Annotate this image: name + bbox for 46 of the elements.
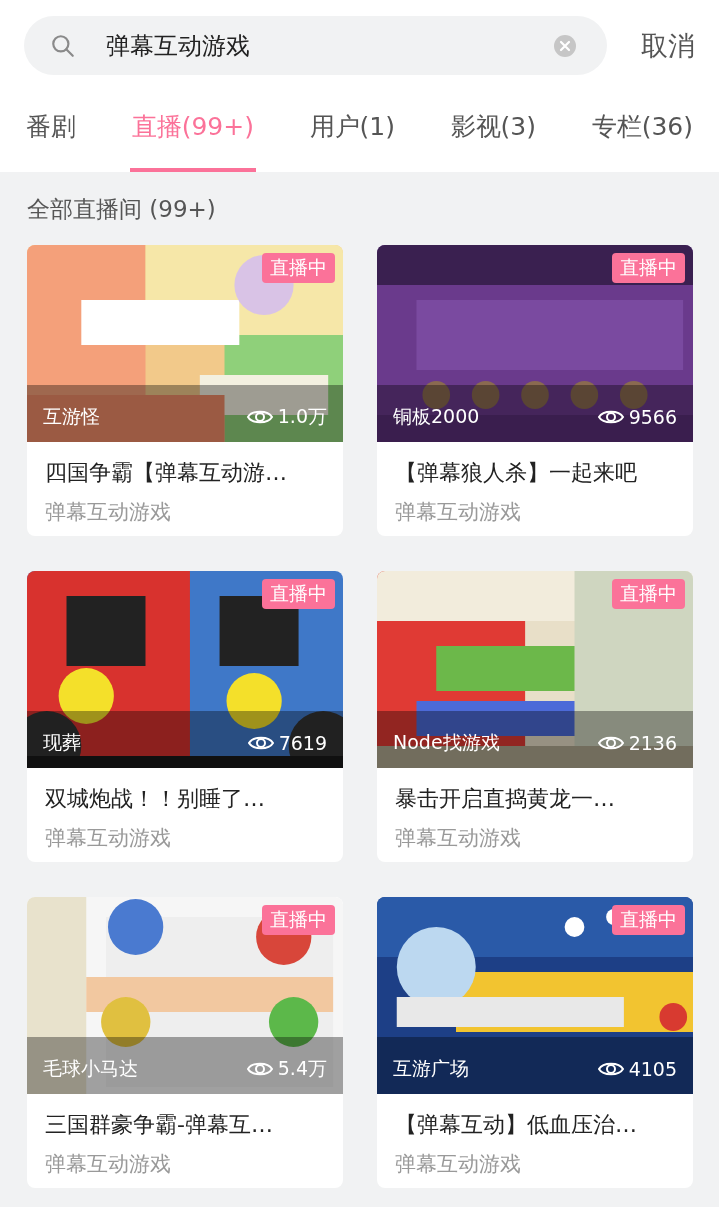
view-count: 2136 [628,732,677,754]
tab[interactable]: 番剧 [24,75,78,172]
tab[interactable]: 专栏(36) [589,75,695,172]
room-title: 三国群豪争霸-弹幕互… [44,1111,274,1139]
streamer-name: 互游怪 [43,404,100,429]
streamer-name: 现葬 [43,730,81,755]
live-room-card[interactable]: 直播中 互游怪 1.0万 四国争霸【弹幕互动游… 弹幕互动游戏 [27,245,343,536]
streamer-name: 毛球小马达 [43,1056,138,1081]
room-title: 四国争霸【弹幕互动游… [44,459,288,487]
live-room-card[interactable]: 直播中 铜板2000 9566 【弹幕狼人杀】一起来吧 弹幕互动游戏 [377,245,693,536]
live-badge: 直播中 [612,253,685,283]
room-title: 双城炮战！！别睡了… [44,785,266,813]
live-badge: 直播中 [262,253,335,283]
live-room-card[interactable]: 直播中 毛球小马达 5.4万 三国群豪争霸-弹幕互… 弹幕互动游戏 [27,897,343,1188]
cancel-button[interactable]: 取消 [641,27,695,64]
category-label: 弹幕互动游戏 [394,825,522,852]
live-room-card[interactable]: 直播中 Node找游戏 2136 暴击开启直捣黄龙一… 弹幕互动游戏 [377,571,693,862]
room-title: 【弹幕狼人杀】一起来吧 [394,459,638,487]
search-field[interactable]: 弹幕互动游戏 [24,16,607,75]
streamer-name: Node找游戏 [393,730,500,755]
category-label: 弹幕互动游戏 [44,825,172,852]
category-label: 弹幕互动游戏 [44,1151,172,1178]
view-count: 5.4万 [277,1056,327,1081]
search-query: 弹幕互动游戏 [106,30,251,62]
live-room-card[interactable]: 直播中 现葬 7619 双城炮战！！别睡了… 弹幕互动游戏 [27,571,343,862]
view-count: 1.0万 [277,404,327,429]
live-badge: 直播中 [262,905,335,935]
live-badge: 直播中 [612,579,685,609]
live-badge: 直播中 [262,579,335,609]
room-title: 暴击开启直捣黄龙一… [394,785,616,813]
search-icon [50,32,76,59]
view-count: 4105 [628,1058,677,1080]
tab[interactable]: 影视(3) [448,75,539,172]
streamer-name: 铜板2000 [393,404,480,429]
room-title: 【弹幕互动】低血压治… [394,1111,638,1139]
view-count: 9566 [628,406,677,428]
streamer-name: 互游广场 [393,1056,469,1081]
section-title: 全部直播间 (99+) [27,195,217,224]
category-label: 弹幕互动游戏 [394,499,522,526]
live-badge: 直播中 [612,905,685,935]
view-count: 7619 [278,732,327,754]
category-label: 弹幕互动游戏 [44,499,172,526]
category-label: 弹幕互动游戏 [394,1151,522,1178]
tab[interactable]: 用户(1) [307,75,397,172]
clear-icon[interactable] [553,33,577,58]
live-room-card[interactable]: 直播中 互游广场 4105 【弹幕互动】低血压治… 弹幕互动游戏 [377,897,693,1188]
